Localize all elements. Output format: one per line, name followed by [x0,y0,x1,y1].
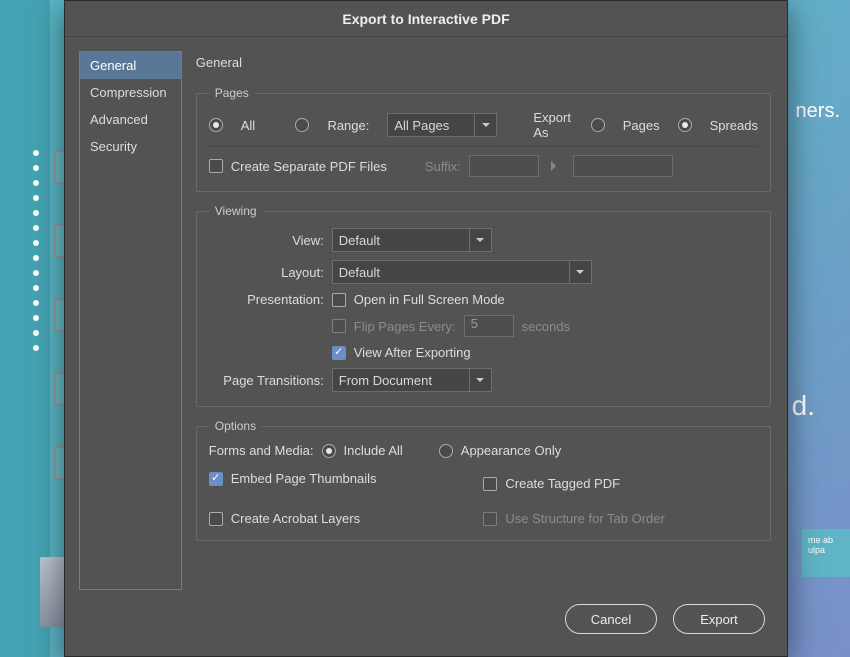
embed-thumbs-label: Embed Page Thumbnails [231,471,377,486]
panel-heading: General [196,55,771,70]
appearance-only-label: Appearance Only [461,443,561,458]
dialog-footer: Cancel Export [65,590,787,656]
flip-pages-check [332,319,346,333]
suffix-input-2 [573,155,673,177]
export-as-pages-radio[interactable] [591,118,605,132]
layout-label: Layout: [209,265,324,280]
bg-swatch: me ab ulpa [802,529,850,577]
page-transitions-label: Page Transitions: [209,373,324,388]
structure-tab-label: Use Structure for Tab Order [505,511,664,526]
cancel-button[interactable]: Cancel [565,604,657,634]
export-button[interactable]: Export [673,604,765,634]
suffix-input-1 [469,155,539,177]
options-legend: Options [209,419,262,433]
export-as-label: Export As [533,110,572,140]
pages-group: Pages All Range: All Pages Export As Pag… [196,86,771,192]
flip-pages-seconds: seconds [522,319,570,334]
export-dialog: Export to Interactive PDF General Compre… [64,0,788,657]
sidebar: General Compression Advanced Security [79,51,182,590]
include-all-radio[interactable] [322,444,336,458]
view-after-export-label: View After Exporting [354,345,471,360]
chevron-down-icon [469,229,491,251]
fullscreen-label: Open in Full Screen Mode [354,292,505,307]
bg-text-d: d. [792,390,815,422]
chevron-down-icon [569,261,591,283]
suffix-label: Suffix: [425,159,461,174]
fullscreen-check[interactable] [332,293,346,307]
export-as-spreads-label: Spreads [710,118,758,133]
pages-range-radio[interactable] [295,118,309,132]
pages-all-label: All [241,118,255,133]
sidebar-item-compression[interactable]: Compression [80,79,181,106]
chevron-down-icon [469,369,491,391]
sidebar-item-advanced[interactable]: Advanced [80,106,181,133]
chevron-down-icon [474,114,496,136]
tagged-pdf-label: Create Tagged PDF [505,476,620,491]
page-transitions-value: From Document [339,373,432,388]
pages-range-value: All Pages [394,118,449,133]
sidebar-item-general[interactable]: General [80,52,181,79]
tagged-pdf-check[interactable] [483,477,497,491]
bg-text-ners: ners. [796,100,840,123]
viewing-group: Viewing View: Default Layout: Default [196,204,771,407]
view-after-export-check[interactable] [332,346,346,360]
options-group: Options Forms and Media: Include All App… [196,419,771,541]
include-all-label: Include All [344,443,403,458]
view-label: View: [209,233,324,248]
viewing-legend: Viewing [209,204,263,218]
flip-pages-value: 5 [464,315,514,337]
pages-legend: Pages [209,86,255,100]
pages-all-radio[interactable] [209,118,223,132]
layout-value: Default [339,265,380,280]
create-separate-files-check[interactable] [209,159,223,173]
appearance-only-radio[interactable] [439,444,453,458]
dialog-title: Export to Interactive PDF [65,1,787,37]
structure-tab-check [483,512,497,526]
presentation-label: Presentation: [209,292,324,307]
page-transitions-select[interactable]: From Document [332,368,492,392]
flip-pages-label: Flip Pages Every: [354,319,456,334]
arrow-right-icon [551,161,561,171]
embed-thumbs-check[interactable] [209,472,223,486]
acrobat-layers-label: Create Acrobat Layers [231,511,360,526]
acrobat-layers-check[interactable] [209,512,223,526]
view-select[interactable]: Default [332,228,492,252]
main-panel: General Pages All Range: All Pages Expor… [196,51,771,590]
pages-range-select[interactable]: All Pages [387,113,497,137]
export-as-pages-label: Pages [623,118,660,133]
export-as-spreads-radio[interactable] [678,118,692,132]
create-separate-files-label: Create Separate PDF Files [231,159,387,174]
sidebar-item-security[interactable]: Security [80,133,181,160]
forms-media-label: Forms and Media: [209,443,314,458]
pages-range-label: Range: [327,118,369,133]
view-value: Default [339,233,380,248]
bg-dots [33,150,39,351]
layout-select[interactable]: Default [332,260,592,284]
